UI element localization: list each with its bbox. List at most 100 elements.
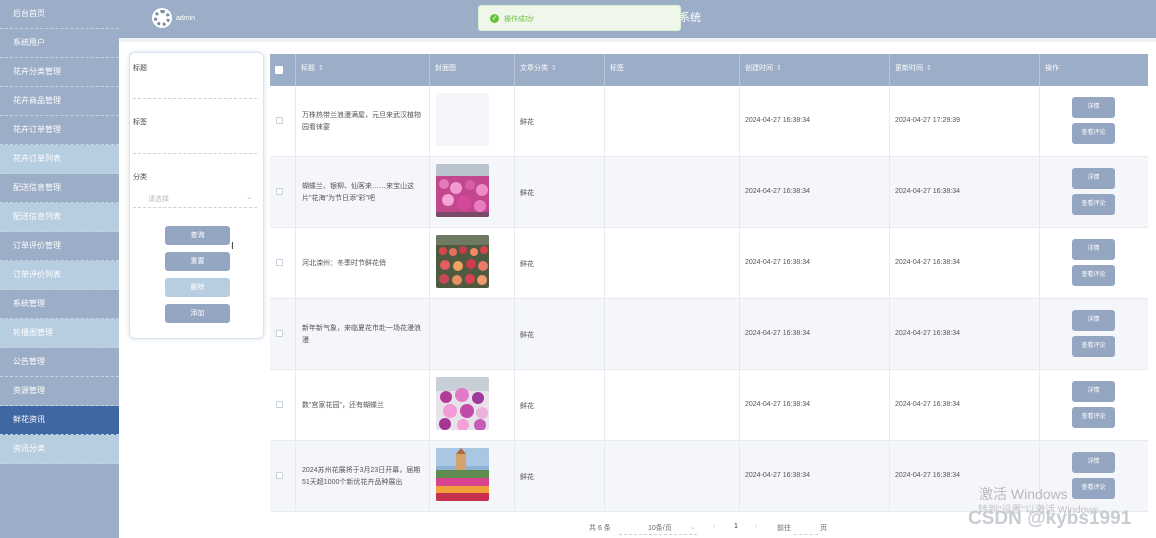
view-comments-button[interactable]: 查看评论 bbox=[1072, 123, 1115, 144]
sidebar-item-flower-products[interactable]: 花卉商品管理 bbox=[0, 87, 119, 116]
row-created: 2024-04-27 16:38:34 bbox=[745, 472, 810, 479]
col-title[interactable]: 标题 ⇕ bbox=[296, 54, 430, 86]
user-name[interactable]: admin bbox=[176, 15, 195, 22]
sidebar-item-delivery-list[interactable]: 配送信息列表 bbox=[0, 203, 119, 232]
col-created[interactable]: 创建时间 ⇕ bbox=[740, 54, 890, 86]
actions-cell: 详情 查看评论 bbox=[1040, 228, 1148, 299]
goto-page-input[interactable] bbox=[794, 534, 818, 535]
sidebar-item-resources[interactable]: 资源管理 bbox=[0, 377, 119, 406]
sidebar-item-users[interactable]: 系统用户 bbox=[0, 29, 119, 58]
sidebar-item-flower-category[interactable]: 花卉分类管理 bbox=[0, 58, 119, 87]
search-panel: 标题 标签 分类 请选择 ⌄ 查询 重置 删除 添加 bbox=[129, 52, 264, 339]
view-comments-button[interactable]: 查看评论 bbox=[1072, 407, 1115, 428]
cover-image bbox=[436, 93, 489, 146]
category-field-label: 分类 bbox=[133, 174, 147, 181]
col-category-label: 文章分类 bbox=[520, 65, 548, 72]
col-cover-label: 封面图 bbox=[435, 65, 456, 72]
tags-cell bbox=[605, 299, 740, 370]
avatar[interactable] bbox=[152, 8, 172, 28]
sidebar-item-flower-news[interactable]: 鲜花资讯 bbox=[0, 406, 119, 435]
row-created: 2024-04-27 16:38:34 bbox=[745, 401, 810, 408]
sidebar-item-system[interactable]: 系统管理 bbox=[0, 290, 119, 319]
col-category[interactable]: 文章分类 ⇕ bbox=[515, 54, 605, 86]
sidebar-item-flower-order-list[interactable]: 花卉订单列表 bbox=[0, 145, 119, 174]
row-checkbox[interactable] bbox=[276, 472, 283, 479]
cover-cell bbox=[430, 228, 515, 299]
row-updated: 2024-04-27 16:38:34 bbox=[895, 188, 960, 195]
detail-button[interactable]: 详情 bbox=[1072, 381, 1115, 402]
category-cell: 鲜花 bbox=[515, 86, 605, 157]
title-cell: 数"宫家花园"，还有蝴蝶兰 bbox=[296, 370, 430, 441]
tags-cell bbox=[605, 86, 740, 157]
category-placeholder: 请选择 bbox=[148, 196, 169, 203]
row-checkbox[interactable] bbox=[276, 117, 283, 124]
add-button[interactable]: 添加 bbox=[165, 304, 230, 323]
detail-button[interactable]: 详情 bbox=[1072, 168, 1115, 189]
title-cell: 万株热带兰浪漫满屋，元旦来武汉植物园看徕宴 bbox=[296, 86, 430, 157]
detail-button[interactable]: 详情 bbox=[1072, 452, 1115, 473]
sidebar-item-news-category[interactable]: 资讯分类 bbox=[0, 435, 119, 464]
loading-icon bbox=[154, 10, 170, 26]
col-updated[interactable]: 更新时间 ⇕ bbox=[890, 54, 1040, 86]
actions-cell: 详情 查看评论 bbox=[1040, 86, 1148, 157]
row-category: 鲜花 bbox=[520, 332, 534, 339]
view-comments-button[interactable]: 查看评论 bbox=[1072, 336, 1115, 357]
row-checkbox[interactable] bbox=[276, 330, 283, 337]
cover-image-potted-flowers bbox=[436, 235, 489, 288]
reset-button[interactable]: 重置 bbox=[165, 252, 230, 271]
cover-cell bbox=[430, 370, 515, 441]
sidebar-item-flower-orders[interactable]: 花卉订单管理 bbox=[0, 116, 119, 145]
tags-cell bbox=[605, 370, 740, 441]
row-category: 鲜花 bbox=[520, 261, 534, 268]
created-cell: 2024-04-27 16:38:34 bbox=[740, 86, 890, 157]
updated-cell: 2024-04-27 16:38:34 bbox=[890, 157, 1040, 228]
table-row: 蝴蝶兰、银柳、仙客来……来宝山这片"花海"为节日添"彩"吧 鲜花 2024-04… bbox=[270, 157, 1148, 228]
sort-icon[interactable]: ⇕ bbox=[318, 65, 324, 72]
row-checkbox[interactable] bbox=[276, 401, 283, 408]
sidebar-item-order-reviews[interactable]: 订单评价管理 bbox=[0, 232, 119, 261]
view-comments-button[interactable]: 查看评论 bbox=[1072, 478, 1115, 499]
table-header: 标题 ⇕ 封面图 文章分类 ⇕ 标签 创建时间 ⇕ 更新时间 ⇕ 操作 bbox=[270, 54, 1148, 86]
category-select[interactable]: 请选择 ⌄ bbox=[133, 190, 257, 208]
table-row: 新年新气象，来临夏花市赴一场花漫浪漫 鲜花 2024-04-27 16:38:3… bbox=[270, 299, 1148, 370]
sort-icon[interactable]: ⇕ bbox=[551, 65, 557, 72]
updated-cell: 2024-04-27 16:38:34 bbox=[890, 228, 1040, 299]
col-tags: 标签 bbox=[605, 54, 740, 86]
next-page-icon[interactable]: › bbox=[755, 523, 757, 530]
success-check-icon: ✓ bbox=[490, 14, 499, 23]
query-button[interactable]: 查询 bbox=[165, 226, 230, 245]
page-size-select[interactable]: 10条/页 bbox=[648, 523, 672, 533]
sidebar-item-notices[interactable]: 公告管理 bbox=[0, 348, 119, 377]
row-checkbox[interactable] bbox=[276, 188, 283, 195]
detail-button[interactable]: 详情 bbox=[1072, 239, 1115, 260]
category-cell: 鲜花 bbox=[515, 228, 605, 299]
detail-button[interactable]: 详情 bbox=[1072, 310, 1115, 331]
row-title: 新年新气象，来临夏花市赴一场花漫浪漫 bbox=[302, 324, 421, 344]
category-cell: 鲜花 bbox=[515, 157, 605, 228]
sort-icon[interactable]: ⇕ bbox=[926, 65, 932, 72]
sidebar-item-order-review-list[interactable]: 订单评价列表 bbox=[0, 261, 119, 290]
title-input[interactable] bbox=[133, 98, 257, 99]
view-comments-button[interactable]: 查看评论 bbox=[1072, 194, 1115, 215]
title-field-label: 标题 bbox=[133, 65, 147, 72]
sidebar-item-delivery[interactable]: 配送信息管理 bbox=[0, 174, 119, 203]
select-all-header bbox=[270, 54, 296, 86]
text-cursor-icon: I bbox=[231, 241, 234, 252]
delete-button[interactable]: 删除 bbox=[165, 278, 230, 297]
sidebar-item-home[interactable]: 后台首页 bbox=[0, 0, 119, 29]
sort-icon[interactable]: ⇕ bbox=[776, 65, 782, 72]
view-comments-button[interactable]: 查看评论 bbox=[1072, 265, 1115, 286]
row-select-cell bbox=[270, 86, 296, 157]
current-page[interactable]: 1 bbox=[734, 523, 738, 530]
tags-cell bbox=[605, 157, 740, 228]
sidebar-item-carousel[interactable]: 轮播图管理 bbox=[0, 319, 119, 348]
detail-button[interactable]: 详情 bbox=[1072, 97, 1115, 118]
table-row: 河北滦州：冬季时节鲜花俏 鲜花 2024-04-27 16:38:34 2024… bbox=[270, 228, 1148, 299]
prev-page-icon[interactable]: ‹ bbox=[713, 523, 715, 530]
row-checkbox[interactable] bbox=[276, 259, 283, 266]
tag-input[interactable] bbox=[133, 153, 257, 154]
cover-image-tulip-field bbox=[436, 448, 489, 501]
created-cell: 2024-04-27 16:38:34 bbox=[740, 299, 890, 370]
select-all-checkbox[interactable] bbox=[275, 66, 283, 74]
row-updated: 2024-04-27 16:38:34 bbox=[895, 330, 960, 337]
